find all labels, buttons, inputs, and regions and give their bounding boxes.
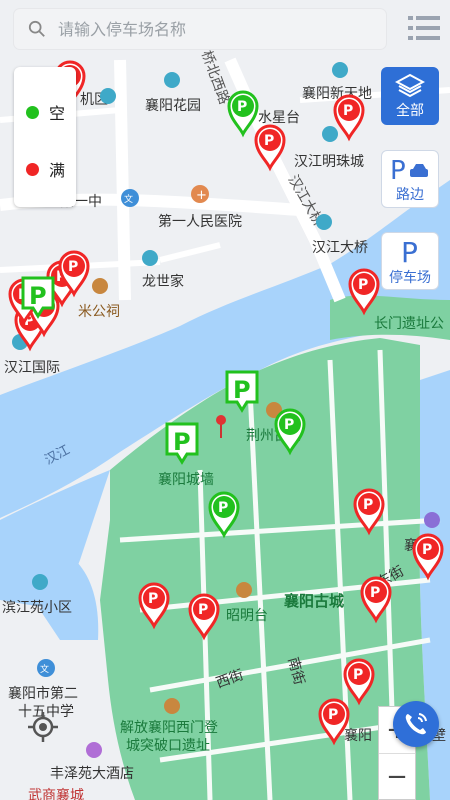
status-legend: 空 满 bbox=[14, 67, 76, 207]
locate-icon[interactable] bbox=[28, 712, 58, 742]
label-wunan: 武商襄城 bbox=[28, 788, 84, 800]
label-xiangyang-right2: 襄阳 bbox=[344, 728, 372, 744]
phone-icon bbox=[405, 713, 427, 735]
svg-text:P: P bbox=[148, 591, 158, 607]
label-changmen-yizhi: 长门遗址公 bbox=[374, 316, 444, 332]
label-binjiang-yuan: 滨江苑小区 bbox=[2, 600, 72, 616]
label-hanjiang-daqiao: 汉江大桥 bbox=[312, 240, 368, 256]
svg-text:P: P bbox=[29, 282, 47, 310]
label-shuixingtai: 水星台 bbox=[258, 110, 300, 126]
label-xiangyang-gucheng: 襄阳古城 bbox=[283, 592, 344, 610]
label-jiefang-line2: 城突破口遗址 bbox=[126, 738, 210, 754]
label-xiangyang-xintiandi: 襄阳新天地 bbox=[302, 86, 372, 102]
svg-text:P: P bbox=[198, 602, 208, 618]
filter-all-button[interactable]: 全部 bbox=[381, 67, 439, 125]
green-dot-icon bbox=[26, 105, 39, 119]
legend-item-full: 满 bbox=[26, 157, 65, 181]
filter-roadside-label: 路边 bbox=[396, 187, 424, 203]
legend-label-empty: 空 bbox=[49, 104, 66, 123]
filter-parking-lot-label: 停车场 bbox=[389, 270, 431, 286]
call-button[interactable] bbox=[393, 701, 439, 747]
legend-item-empty: 空 bbox=[26, 100, 65, 124]
svg-text:P: P bbox=[353, 667, 363, 683]
svg-text:P: P bbox=[370, 585, 380, 601]
label-hanjiang-guoji: 汉江国际 bbox=[4, 360, 60, 376]
label-mi-gong-ci: 米公祠 bbox=[78, 304, 120, 320]
parking-icon: P bbox=[401, 236, 418, 269]
label-xiangyang-huayuan: 襄阳花园 bbox=[145, 98, 201, 114]
zoom-out-button[interactable]: − bbox=[379, 754, 415, 800]
svg-text:P: P bbox=[68, 259, 78, 275]
search-icon bbox=[28, 20, 45, 37]
label-xiangyang-chengqiang: 襄阳城墙 bbox=[158, 472, 214, 488]
svg-text:文: 文 bbox=[124, 193, 133, 205]
svg-text:P: P bbox=[390, 156, 406, 183]
list-menu-icon[interactable] bbox=[408, 14, 440, 42]
svg-text:文: 文 bbox=[40, 663, 49, 675]
label-longshijia: 龙世家 bbox=[142, 273, 184, 290]
label-fengze: 丰泽苑大酒店 bbox=[50, 766, 134, 782]
svg-text:P: P bbox=[343, 103, 353, 119]
search-bar[interactable] bbox=[14, 9, 386, 49]
svg-text:P: P bbox=[233, 376, 251, 404]
label-jiefang-line1: 解放襄阳西门登 bbox=[120, 720, 218, 736]
svg-text:P: P bbox=[237, 99, 247, 115]
svg-text:P: P bbox=[358, 277, 368, 293]
svg-text:P: P bbox=[401, 236, 418, 266]
filter-all-label: 全部 bbox=[396, 103, 424, 119]
svg-text:P: P bbox=[328, 707, 338, 723]
svg-text:P: P bbox=[218, 500, 228, 516]
svg-text:P: P bbox=[363, 497, 373, 513]
red-dot-icon bbox=[26, 162, 39, 176]
legend-label-full: 满 bbox=[49, 161, 66, 180]
label-diyi-renmin-yiyuan: 第一人民医院 bbox=[158, 213, 242, 230]
filter-parking-lot-button[interactable]: P 停车场 bbox=[381, 232, 439, 290]
search-input[interactable] bbox=[56, 18, 360, 40]
svg-text:P: P bbox=[264, 133, 274, 149]
filter-roadside-button[interactable]: P 路边 bbox=[381, 150, 439, 208]
layers-icon bbox=[394, 73, 426, 98]
svg-text:P: P bbox=[284, 417, 294, 433]
label-school25-line1: 襄阳市第二 bbox=[8, 685, 78, 702]
label-hanjiang-mingzhucheng: 汉江明珠城 bbox=[294, 154, 364, 170]
parking-car-icon: P bbox=[390, 156, 428, 186]
label-zhaomingtai: 昭明台 bbox=[226, 608, 268, 624]
svg-text:P: P bbox=[173, 428, 191, 456]
svg-text:+: + bbox=[196, 188, 207, 203]
svg-text:P: P bbox=[422, 542, 432, 558]
